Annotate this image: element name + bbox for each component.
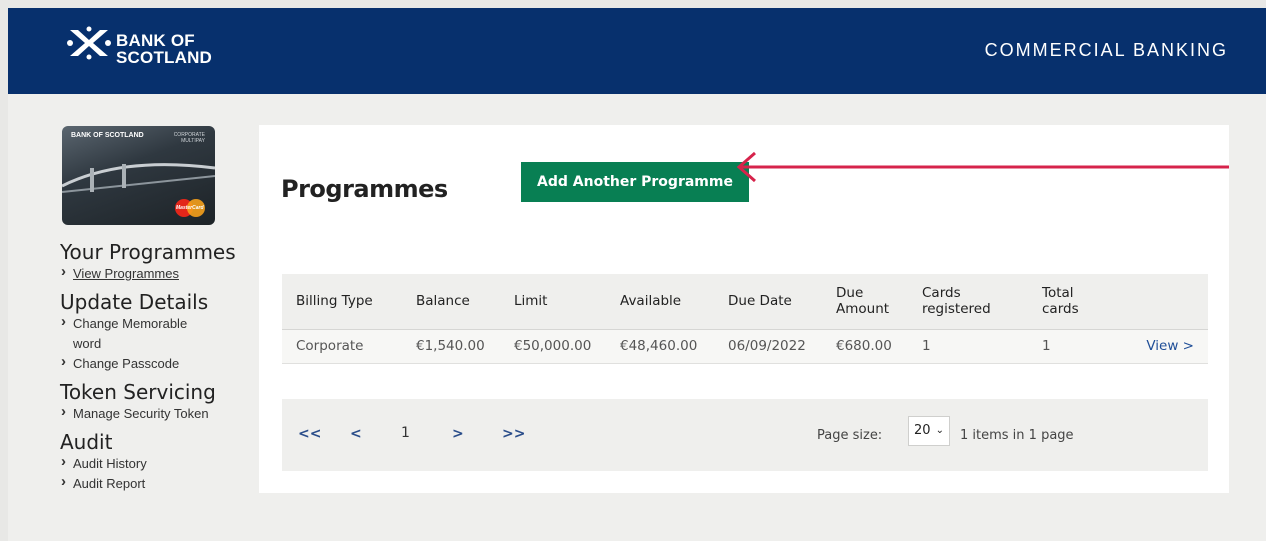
sidebar-link-view-programmes[interactable]: View Programmes	[60, 262, 260, 284]
sidebar-section-update-details: Update Details	[60, 290, 209, 314]
col-billing-type: Billing Type	[282, 274, 402, 330]
annotation-arrow-icon	[736, 151, 1229, 183]
next-page-button[interactable]: >	[452, 426, 464, 442]
sidebar-nav: Your Programmes View Programmes Update D…	[60, 240, 260, 494]
page-title: Programmes	[281, 175, 448, 203]
add-programme-button[interactable]: Add Another Programme	[521, 162, 749, 202]
cell-due-amount: €680.00	[822, 329, 908, 364]
saltire-icon	[67, 26, 111, 60]
bank-logo[interactable]: BANK OF SCOTLAND	[66, 26, 236, 72]
prev-page-button[interactable]: <	[350, 426, 362, 442]
first-page-button[interactable]: <<	[298, 426, 321, 442]
sidebar-link-audit-report[interactable]: Audit Report	[60, 472, 260, 494]
cell-due-date: 06/09/2022	[714, 329, 822, 364]
page-size-select[interactable]: 20 ⌄	[908, 416, 950, 446]
col-total-cards: Total cards	[1028, 274, 1128, 330]
col-due-amount: Due Amount	[822, 274, 908, 330]
main-panel: Programmes Add Another Programme Billing…	[259, 125, 1229, 493]
sidebar-section-token-servicing: Token Servicing	[60, 380, 216, 404]
programmes-table: Billing Type Balance Limit Available Due…	[282, 274, 1208, 364]
col-balance: Balance	[402, 274, 500, 330]
col-action	[1128, 274, 1208, 330]
col-available: Available	[606, 274, 714, 330]
sidebar-link-change-passcode[interactable]: Change Passcode	[60, 352, 260, 374]
card-brand: BANK OF SCOTLAND	[71, 132, 144, 139]
sidebar-section-audit: Audit	[60, 430, 113, 454]
view-programme-link[interactable]: View >	[1128, 329, 1208, 364]
sidebar-link-manage-security-token[interactable]: Manage Security Token	[60, 402, 260, 424]
top-header: BANK OF SCOTLAND COMMERCIAL BANKING	[8, 8, 1266, 94]
card-product: CORPORATE MULTIPAY	[173, 132, 205, 144]
cell-cards-registered: 1	[908, 329, 1028, 364]
table-row: Corporate €1,540.00 €50,000.00 €48,460.0…	[282, 329, 1208, 364]
cell-limit: €50,000.00	[500, 329, 606, 364]
chevron-down-icon: ⌄	[935, 425, 944, 436]
col-cards-registered: Cards registered	[908, 274, 1028, 330]
col-limit: Limit	[500, 274, 606, 330]
bridge-illustration	[62, 163, 215, 193]
logo-text: BANK OF SCOTLAND	[116, 31, 213, 67]
last-page-button[interactable]: >>	[502, 426, 525, 442]
cell-billing-type: Corporate	[282, 329, 402, 364]
sidebar-link-change-memorable-word[interactable]: Change Memorable word	[60, 312, 200, 354]
page-frame: BANK OF SCOTLAND COMMERCIAL BANKING BANK…	[8, 8, 1266, 541]
page-size-value: 20	[914, 423, 931, 438]
card-image: BANK OF SCOTLAND CORPORATE MULTIPAY Mast…	[62, 126, 215, 225]
pagination-bar: << < 1 > >> Page size: 20 ⌄ 1 items in 1…	[282, 399, 1208, 471]
table-header-row: Billing Type Balance Limit Available Due…	[282, 274, 1208, 330]
cell-balance: €1,540.00	[402, 329, 500, 364]
page-size-label: Page size:	[817, 428, 883, 443]
mastercard-logo: MasterCard	[175, 199, 205, 217]
sidebar-link-audit-history[interactable]: Audit History	[60, 452, 260, 474]
col-due-date: Due Date	[714, 274, 822, 330]
items-count-info: 1 items in 1 page	[960, 428, 1074, 443]
sidebar-section-your-programmes: Your Programmes	[60, 240, 236, 264]
commercial-banking-label: COMMERCIAL BANKING	[984, 40, 1228, 60]
page-number-1[interactable]: 1	[401, 425, 410, 441]
cell-total-cards: 1	[1028, 329, 1128, 364]
cell-available: €48,460.00	[606, 329, 714, 364]
